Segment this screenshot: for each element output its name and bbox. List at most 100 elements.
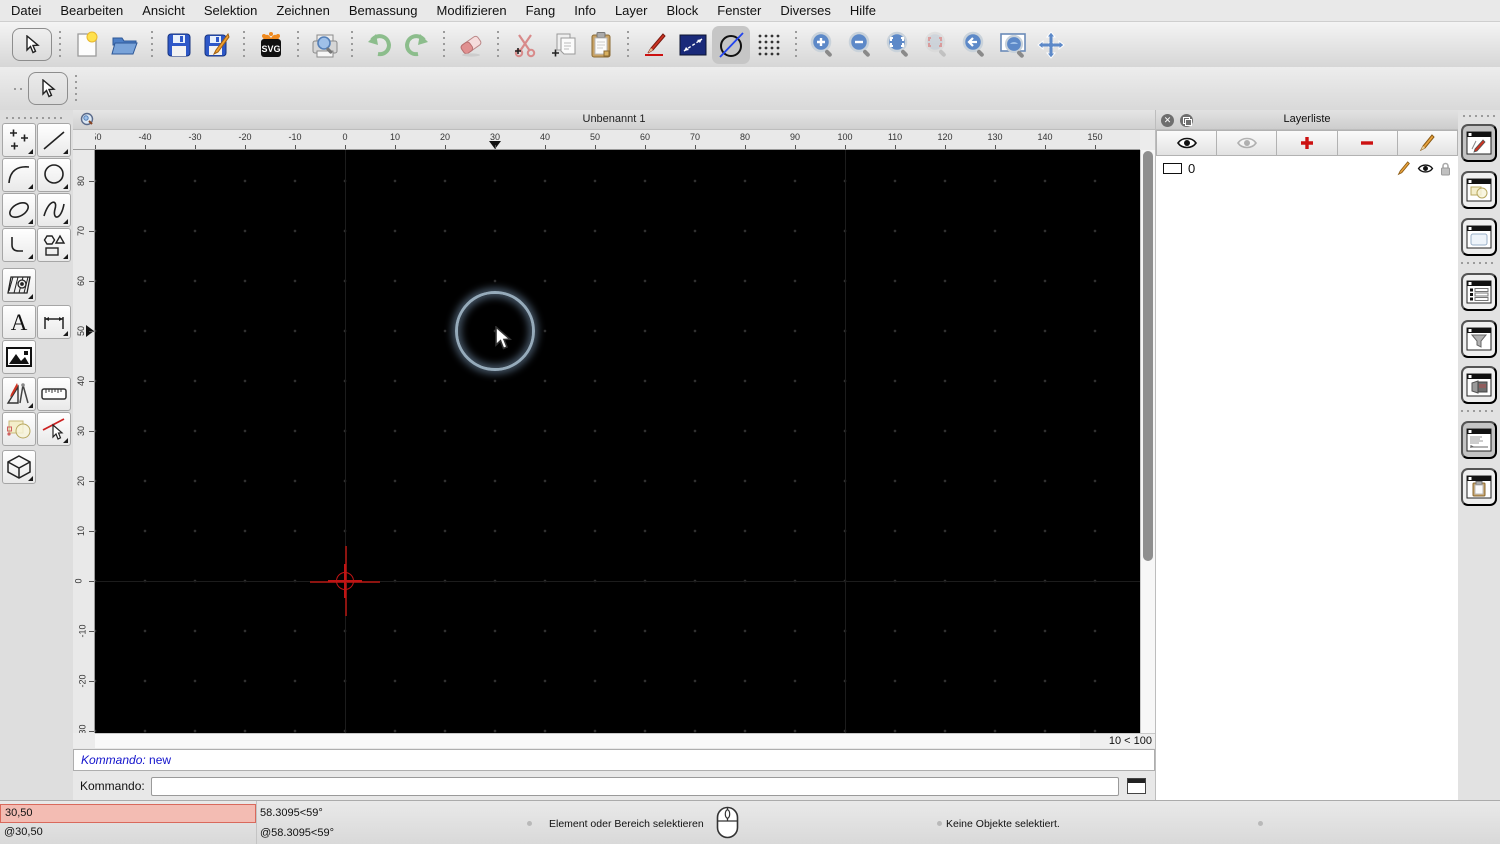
- menu-item[interactable]: Fenster: [717, 3, 761, 18]
- circle-icon: [41, 162, 67, 188]
- active-tool-button[interactable]: [28, 72, 68, 105]
- layer-color-swatch[interactable]: [1163, 163, 1182, 174]
- list-panel-icon: [1466, 280, 1492, 304]
- hide-all-layers-button[interactable]: [1217, 130, 1277, 156]
- edit-pencil-icon[interactable]: [1396, 161, 1411, 176]
- point-tools-button[interactable]: [2, 123, 36, 157]
- zoom-out-button[interactable]: [842, 26, 880, 64]
- view-panel-button[interactable]: [1461, 218, 1497, 256]
- solid-tools-button[interactable]: [2, 450, 36, 484]
- minus-icon: [1359, 135, 1375, 151]
- modify-icon: [40, 416, 68, 442]
- layer-lock-icon[interactable]: [1440, 162, 1451, 176]
- draw-pencil-button[interactable]: [636, 26, 674, 64]
- palette-handle: [6, 117, 66, 119]
- dimension-button[interactable]: [674, 26, 712, 64]
- zoom-selection-button[interactable]: [918, 26, 956, 64]
- paste-button[interactable]: [582, 26, 620, 64]
- polyline-tools-button[interactable]: [2, 228, 36, 262]
- spline-tools-button[interactable]: [37, 193, 71, 227]
- menu-bar: Datei Bearbeiten Ansicht Selektion Zeichnen B…: [0, 0, 1500, 22]
- menu-item[interactable]: Diverses: [780, 3, 831, 18]
- layer-row[interactable]: 0: [1156, 158, 1458, 179]
- text-tool-button[interactable]: A: [2, 305, 36, 339]
- menu-item[interactable]: Selektion: [204, 3, 257, 18]
- redo-button[interactable]: [398, 26, 436, 64]
- delete-button[interactable]: [452, 26, 490, 64]
- menu-item[interactable]: Hilfe: [850, 3, 876, 18]
- zoom-in-button[interactable]: [804, 26, 842, 64]
- drawing-canvas[interactable]: [95, 150, 1140, 733]
- menu-item[interactable]: Modifizieren: [437, 3, 507, 18]
- menu-item[interactable]: Zeichnen: [276, 3, 329, 18]
- layer-visible-eye-icon[interactable]: [1417, 163, 1434, 174]
- circle-tool-icon: [716, 30, 746, 60]
- previous-view-button[interactable]: [956, 26, 994, 64]
- auto-zoom-button[interactable]: [880, 26, 918, 64]
- menu-item[interactable]: Bemassung: [349, 3, 418, 18]
- pencil-icon: [1418, 134, 1436, 152]
- selection-arrow-button[interactable]: [12, 28, 52, 61]
- menu-item[interactable]: Ansicht: [142, 3, 185, 18]
- remove-layer-button[interactable]: [1338, 130, 1398, 156]
- save-as-button[interactable]: [198, 26, 236, 64]
- grid-toggle-button[interactable]: [750, 26, 788, 64]
- menu-item[interactable]: Info: [574, 3, 596, 18]
- eye-gray-icon: [1236, 136, 1258, 150]
- clipboard-panel-button[interactable]: [1461, 468, 1497, 506]
- command-line-panel-button[interactable]: [1461, 421, 1497, 459]
- menu-item[interactable]: Layer: [615, 3, 648, 18]
- save-button[interactable]: [160, 26, 198, 64]
- block-shapes-panel-button[interactable]: [1461, 171, 1497, 209]
- hatch-tool-button[interactable]: [2, 268, 36, 302]
- measure-tools-button[interactable]: [37, 377, 71, 411]
- menu-item[interactable]: Block: [666, 3, 698, 18]
- cut-button[interactable]: [506, 26, 544, 64]
- property-editor-panel-button[interactable]: [1461, 124, 1497, 162]
- print-preview-button[interactable]: [306, 26, 344, 64]
- block-tools-button[interactable]: [2, 412, 36, 446]
- document-window: Unbenannt 1 -50-40-30-20-100102030405060…: [73, 110, 1155, 748]
- image-tool-button[interactable]: [2, 340, 36, 374]
- modify-tools-button[interactable]: [37, 412, 71, 446]
- circle-tools-button[interactable]: [37, 158, 71, 192]
- horizontal-scrollbar[interactable]: [95, 733, 1080, 748]
- copy-button[interactable]: [544, 26, 582, 64]
- command-line-panel-icon: [1466, 428, 1492, 452]
- dock-separator: [1461, 262, 1497, 264]
- pan-button[interactable]: [1032, 26, 1070, 64]
- draw-misc-tools-button[interactable]: [2, 377, 36, 411]
- shape-tools-button[interactable]: [37, 228, 71, 262]
- ruler-corner: [73, 130, 95, 150]
- toolbar-handle: [14, 88, 22, 90]
- status-dot: [1258, 821, 1263, 826]
- show-all-layers-button[interactable]: [1156, 130, 1217, 156]
- menu-item[interactable]: Fang: [526, 3, 556, 18]
- ellipse-tools-button[interactable]: [2, 193, 36, 227]
- property-editor-panel-icon: [1466, 131, 1492, 155]
- selection-filter-panel-button[interactable]: [1461, 320, 1497, 358]
- undo-button[interactable]: [360, 26, 398, 64]
- main-toolbar: SVG: [0, 22, 1500, 67]
- document-title-bar[interactable]: Unbenannt 1: [73, 110, 1155, 130]
- edit-layer-button[interactable]: [1398, 130, 1458, 156]
- open-file-button[interactable]: [106, 26, 144, 64]
- list-panel-button[interactable]: [1461, 273, 1497, 311]
- menu-item[interactable]: Bearbeiten: [60, 3, 123, 18]
- zoom-window-icon: [997, 30, 1029, 60]
- detach-command-line-button[interactable]: [1127, 778, 1146, 794]
- red-pencil-icon: [641, 31, 669, 59]
- menu-item[interactable]: Datei: [11, 3, 41, 18]
- line-tools-button[interactable]: [37, 123, 71, 157]
- command-input[interactable]: [151, 777, 1119, 796]
- add-layer-button[interactable]: [1277, 130, 1337, 156]
- circle-tool-button[interactable]: [712, 26, 750, 64]
- vertical-scrollbar[interactable]: [1140, 150, 1155, 733]
- zoom-window-button[interactable]: [994, 26, 1032, 64]
- dimension-tools-button[interactable]: [37, 305, 71, 339]
- library-panel-button[interactable]: [1461, 366, 1497, 404]
- arc-tools-button[interactable]: [2, 158, 36, 192]
- new-file-button[interactable]: [68, 26, 106, 64]
- vertical-scrollbar-thumb[interactable]: [1143, 151, 1153, 561]
- svg-export-button[interactable]: SVG: [252, 26, 290, 64]
